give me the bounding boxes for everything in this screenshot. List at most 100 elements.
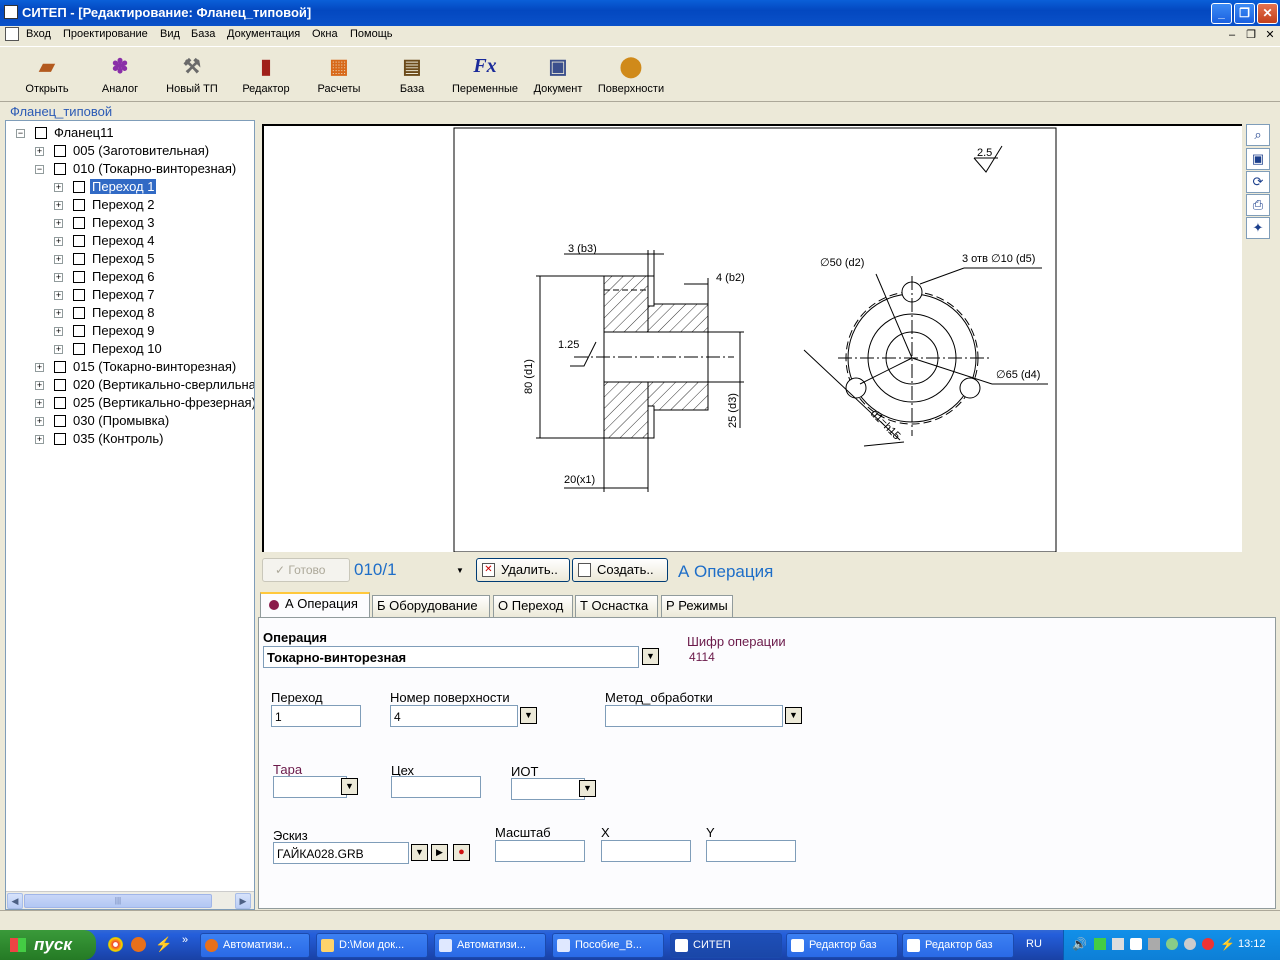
tree-checkbox[interactable]: [54, 361, 66, 373]
expand-toggle-icon[interactable]: +: [35, 363, 44, 372]
surface-dropdown-icon[interactable]: ▼: [520, 707, 537, 724]
start-button[interactable]: пуск: [0, 930, 96, 960]
surfaces-button[interactable]: ⬤ Поверхности: [595, 51, 667, 96]
expand-toggle-icon[interactable]: +: [54, 345, 63, 354]
expand-toggle-icon[interactable]: +: [54, 255, 63, 264]
expand-toggle-icon[interactable]: +: [54, 327, 63, 336]
expand-toggle-icon[interactable]: +: [35, 381, 44, 390]
expand-toggle-icon[interactable]: −: [16, 129, 25, 138]
tree-checkbox[interactable]: [73, 271, 85, 283]
expand-toggle-icon[interactable]: +: [35, 417, 44, 426]
scroll-left-icon[interactable]: ◀: [7, 893, 23, 909]
variables-button[interactable]: Fx Переменные: [449, 51, 521, 96]
x-field[interactable]: [601, 840, 691, 862]
zoom-icon[interactable]: ⌕: [1246, 124, 1270, 146]
quicklaunch-more-icon[interactable]: »: [182, 934, 188, 946]
menu-documentation[interactable]: Документация: [227, 28, 300, 40]
restore-button[interactable]: ❐: [1234, 3, 1255, 24]
y-field[interactable]: [706, 840, 796, 862]
method-dropdown-icon[interactable]: ▼: [785, 707, 802, 724]
tray-app-icon[interactable]: [1148, 938, 1160, 950]
fit-view-icon[interactable]: ▣: [1246, 148, 1270, 170]
menu-base[interactable]: База: [191, 28, 215, 40]
expand-toggle-icon[interactable]: +: [54, 237, 63, 246]
task-db-editor-2[interactable]: Редактор баз: [902, 933, 1014, 958]
delete-button[interactable]: ✕ Удалить..: [476, 558, 570, 582]
tree-checkbox[interactable]: [54, 433, 66, 445]
sketch-play-icon[interactable]: ▶: [431, 844, 448, 861]
mdi-close-button[interactable]: ✕: [1262, 29, 1278, 42]
print-icon[interactable]: ⎙: [1246, 194, 1270, 216]
code-dropdown-icon[interactable]: ▼: [456, 566, 464, 575]
sketch-canvas[interactable]: 2.5 80 (d1) 25 (d3) 20(x1) 3 (b3) 4 (b2)…: [262, 124, 1242, 552]
create-button[interactable]: Создать..: [572, 558, 668, 582]
refresh-icon[interactable]: ⟳: [1246, 171, 1270, 193]
editor-button[interactable]: ▮ Редактор: [230, 51, 302, 96]
tree-checkbox[interactable]: [73, 235, 85, 247]
tree-horizontal-scrollbar[interactable]: ◀ ||| ▶: [6, 891, 254, 909]
scroll-thumb[interactable]: |||: [24, 894, 212, 908]
expand-toggle-icon[interactable]: +: [54, 201, 63, 210]
expand-toggle-icon[interactable]: +: [35, 147, 44, 156]
surface-field[interactable]: 4: [390, 705, 518, 727]
winamp-icon[interactable]: ⚡: [155, 936, 172, 953]
expand-toggle-icon[interactable]: +: [54, 291, 63, 300]
tara-dropdown-icon[interactable]: ▼: [341, 778, 358, 795]
sketch-dropdown-icon[interactable]: ▼: [411, 844, 428, 861]
tree-checkbox[interactable]: [73, 217, 85, 229]
tree-checkbox[interactable]: [73, 253, 85, 265]
tab-modes[interactable]: Р Режимы: [661, 595, 733, 617]
task-firefox[interactable]: Автоматизи...: [200, 933, 310, 958]
expand-toggle-icon[interactable]: +: [54, 273, 63, 282]
expand-toggle-icon[interactable]: +: [54, 219, 63, 228]
clock[interactable]: 13:12: [1238, 938, 1266, 950]
chrome-icon[interactable]: [108, 937, 123, 952]
tab-operation[interactable]: А Операция: [260, 592, 370, 618]
tree-checkbox[interactable]: [73, 343, 85, 355]
tree-checkbox[interactable]: [73, 307, 85, 319]
menu-design[interactable]: Проектирование: [63, 28, 148, 40]
menu-login[interactable]: Вход: [26, 28, 51, 40]
task-word-2[interactable]: Пособие_В...: [552, 933, 664, 958]
winamp-tray-icon[interactable]: ⚡: [1220, 937, 1235, 951]
new-tp-button[interactable]: ⚒ Новый ТП: [156, 51, 228, 96]
operation-field[interactable]: Токарно-винторезная: [263, 646, 639, 668]
expand-toggle-icon[interactable]: +: [35, 435, 44, 444]
tab-equipment[interactable]: Б Оборудование: [372, 595, 490, 617]
ready-button[interactable]: ✓ Готово: [262, 558, 350, 582]
tree-checkbox[interactable]: [54, 415, 66, 427]
tree-checkbox[interactable]: [73, 181, 85, 193]
menu-view[interactable]: Вид: [160, 28, 180, 40]
tree-checkbox[interactable]: [54, 145, 66, 157]
network-icon[interactable]: [1094, 938, 1106, 950]
tab-transition[interactable]: О Переход: [493, 595, 573, 617]
expand-toggle-icon[interactable]: +: [54, 309, 63, 318]
wand-icon[interactable]: ✦: [1246, 217, 1270, 239]
method-field[interactable]: [605, 705, 783, 727]
iot-field[interactable]: [511, 778, 585, 800]
task-folder[interactable]: D:\Мои док...: [316, 933, 428, 958]
sketch-record-icon[interactable]: ●: [453, 844, 470, 861]
tree-checkbox[interactable]: [35, 127, 47, 139]
tree-checkbox[interactable]: [54, 163, 66, 175]
tree-checkbox[interactable]: [73, 199, 85, 211]
scale-field[interactable]: [495, 840, 585, 862]
analog-button[interactable]: ✽ Аналог: [84, 51, 156, 96]
volume-icon[interactable]: 🔊: [1072, 937, 1087, 951]
usb-icon[interactable]: [1130, 938, 1142, 950]
expand-toggle-icon[interactable]: +: [54, 183, 63, 192]
tara-field[interactable]: [273, 776, 347, 798]
menu-windows[interactable]: Окна: [312, 28, 338, 40]
tree-checkbox[interactable]: [54, 397, 66, 409]
shop-field[interactable]: [391, 776, 481, 798]
language-indicator[interactable]: RU: [1026, 938, 1042, 950]
operation-dropdown-icon[interactable]: ▼: [642, 648, 659, 665]
tray-app-icon[interactable]: [1184, 938, 1196, 950]
tree-checkbox[interactable]: [73, 289, 85, 301]
tray-app-icon[interactable]: [1112, 938, 1124, 950]
antivirus-icon[interactable]: [1202, 938, 1214, 950]
tree-checkbox[interactable]: [54, 379, 66, 391]
open-button[interactable]: ▰ Открыть: [11, 51, 83, 96]
task-sitep[interactable]: СИТЕП: [670, 933, 782, 958]
task-word-1[interactable]: Автоматизи...: [434, 933, 546, 958]
